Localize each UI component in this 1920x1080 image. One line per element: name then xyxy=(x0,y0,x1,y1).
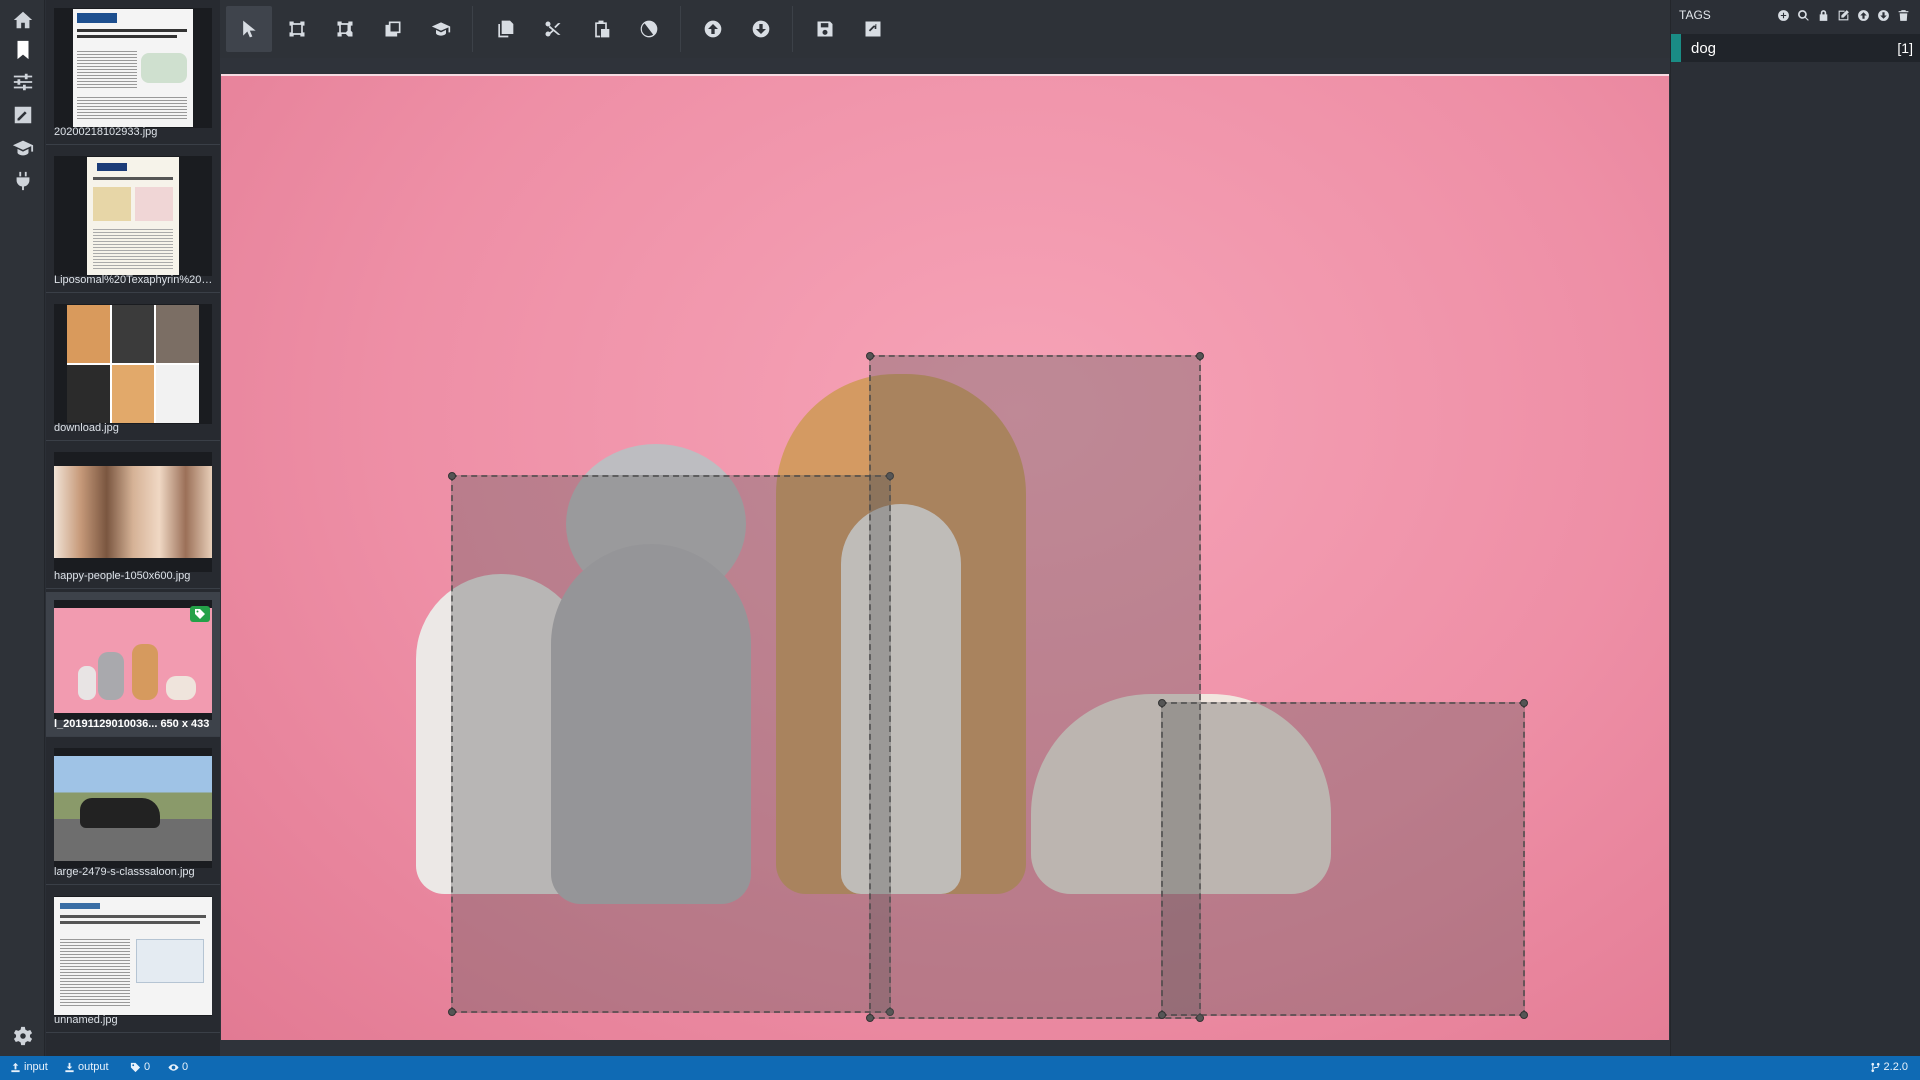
thumbnail-label: unnamed.jpg xyxy=(54,1014,118,1026)
thumbnail-image xyxy=(54,452,212,572)
thumbnail-image xyxy=(54,896,212,1016)
vott-app: 20200218102933.jpg Liposomal%20Texaphyri… xyxy=(0,0,1920,1080)
version-label: 2.2.0 xyxy=(1883,1061,1908,1073)
thumbnail-label: Liposomal%20Texaphyrin%20T... xyxy=(54,274,214,286)
tagged-count-value: 0 xyxy=(144,1061,151,1073)
thumbnail-image xyxy=(54,156,212,276)
search-tag-icon[interactable] xyxy=(1796,8,1810,22)
thumbnail-image xyxy=(54,8,212,128)
region-handle[interactable] xyxy=(448,472,456,480)
lock-tag-icon[interactable] xyxy=(1816,8,1830,22)
tag-count: [1] xyxy=(1897,40,1913,56)
tags-toolbar xyxy=(1776,8,1910,22)
move-down-icon[interactable] xyxy=(1876,8,1890,22)
eye-icon xyxy=(168,1063,179,1071)
bookmark-icon[interactable] xyxy=(9,36,36,63)
region-handle[interactable] xyxy=(1520,1011,1528,1019)
region-handle[interactable] xyxy=(448,1008,456,1016)
tags-panel: TAGS dog [1] xyxy=(1670,0,1920,1056)
thumbnail-image xyxy=(54,748,212,868)
thumbnail-label: l_20191129010036... 650 x 433 xyxy=(54,718,210,730)
asset-thumbnail[interactable]: Liposomal%20Texaphyrin%20T... xyxy=(46,148,220,293)
polygon-icon[interactable] xyxy=(322,6,368,52)
thumbnail-image xyxy=(54,304,212,424)
copy-rectangle-icon[interactable] xyxy=(370,6,416,52)
edit-image-icon[interactable] xyxy=(9,101,36,128)
clear-icon[interactable] xyxy=(626,6,672,52)
paste-icon[interactable] xyxy=(578,6,624,52)
thumbnail-label: happy-people-1050x600.jpg xyxy=(54,570,191,582)
editor-toolbar xyxy=(220,0,1670,58)
asset-thumbnail[interactable]: unnamed.jpg xyxy=(46,888,220,1033)
upload-icon xyxy=(11,1062,20,1072)
source-connection[interactable]: input xyxy=(10,1061,48,1073)
app-sidebar xyxy=(0,0,45,1056)
region-handle[interactable] xyxy=(1158,699,1166,707)
toolbar-divider xyxy=(472,6,473,52)
visited-assets-count: 0 xyxy=(168,1061,188,1073)
move-up-icon[interactable] xyxy=(1856,8,1870,22)
region-handle[interactable] xyxy=(1158,1011,1166,1019)
branch-icon xyxy=(1870,1062,1880,1072)
region-handle[interactable] xyxy=(1520,699,1528,707)
home-icon[interactable] xyxy=(9,6,36,33)
graduation-cap-icon[interactable] xyxy=(9,134,36,161)
tag-name: dog xyxy=(1691,40,1717,57)
sliders-icon[interactable] xyxy=(9,68,36,95)
region-corgi[interactable] xyxy=(866,352,1204,1022)
region-handle[interactable] xyxy=(866,352,874,360)
tag-item-dog[interactable]: dog [1] xyxy=(1671,34,1920,62)
plug-icon[interactable] xyxy=(9,167,36,194)
copy-icon[interactable] xyxy=(482,6,528,52)
tag-icon xyxy=(190,606,210,622)
save-icon[interactable] xyxy=(802,6,848,52)
export-icon[interactable] xyxy=(850,6,896,52)
source-connection-label: input xyxy=(24,1061,48,1073)
download-icon xyxy=(65,1062,74,1072)
add-tag-icon[interactable] xyxy=(1776,8,1790,22)
tagged-assets-count: 0 xyxy=(130,1061,150,1073)
tag-color-swatch xyxy=(1671,34,1681,62)
asset-thumbnail-selected[interactable]: l_20191129010036... 650 x 433 xyxy=(46,592,220,737)
image-canvas[interactable] xyxy=(221,74,1669,1040)
status-bar: input output 0 0 2.2.0 xyxy=(0,1056,1920,1080)
target-connection[interactable]: output xyxy=(64,1061,109,1073)
thumbnail-label: large-2479-s-classsaloon.jpg xyxy=(54,866,195,878)
region-poodle[interactable] xyxy=(448,472,894,1016)
tags-panel-title: TAGS xyxy=(1679,8,1711,22)
canvas-top-edge xyxy=(221,74,1669,76)
next-asset-icon[interactable] xyxy=(738,6,784,52)
app-version: 2.2.0 xyxy=(1870,1061,1908,1073)
asset-thumbnail[interactable]: download.jpg xyxy=(46,296,220,441)
thumbnail-label: download.jpg xyxy=(54,422,119,434)
region-handle[interactable] xyxy=(866,1014,874,1022)
gear-icon[interactable] xyxy=(9,1022,36,1049)
target-connection-label: output xyxy=(78,1061,109,1073)
thumbnail-image xyxy=(54,600,212,720)
asset-thumbnail[interactable]: 20200218102933.jpg xyxy=(46,0,220,145)
thumbnail-label: 20200218102933.jpg xyxy=(54,126,158,138)
previous-asset-icon[interactable] xyxy=(690,6,736,52)
toolbar-divider xyxy=(680,6,681,52)
rectangle-icon[interactable] xyxy=(274,6,320,52)
tag-icon xyxy=(130,1062,141,1072)
editor-canvas-area xyxy=(220,58,1670,1056)
region-cat[interactable] xyxy=(1158,699,1528,1019)
visited-count-value: 0 xyxy=(182,1061,189,1073)
region-handle[interactable] xyxy=(1196,352,1204,360)
edit-tag-icon[interactable] xyxy=(1836,8,1850,22)
cut-icon[interactable] xyxy=(530,6,576,52)
asset-thumbnail[interactable]: large-2479-s-classsaloon.jpg xyxy=(46,740,220,885)
asset-thumbnail[interactable]: happy-people-1050x600.jpg xyxy=(46,444,220,589)
pointer-icon[interactable] xyxy=(226,6,272,52)
delete-tag-icon[interactable] xyxy=(1896,8,1910,22)
asset-preview-list: 20200218102933.jpg Liposomal%20Texaphyri… xyxy=(46,0,220,1056)
toolbar-divider xyxy=(792,6,793,52)
active-learning-icon[interactable] xyxy=(418,6,464,52)
